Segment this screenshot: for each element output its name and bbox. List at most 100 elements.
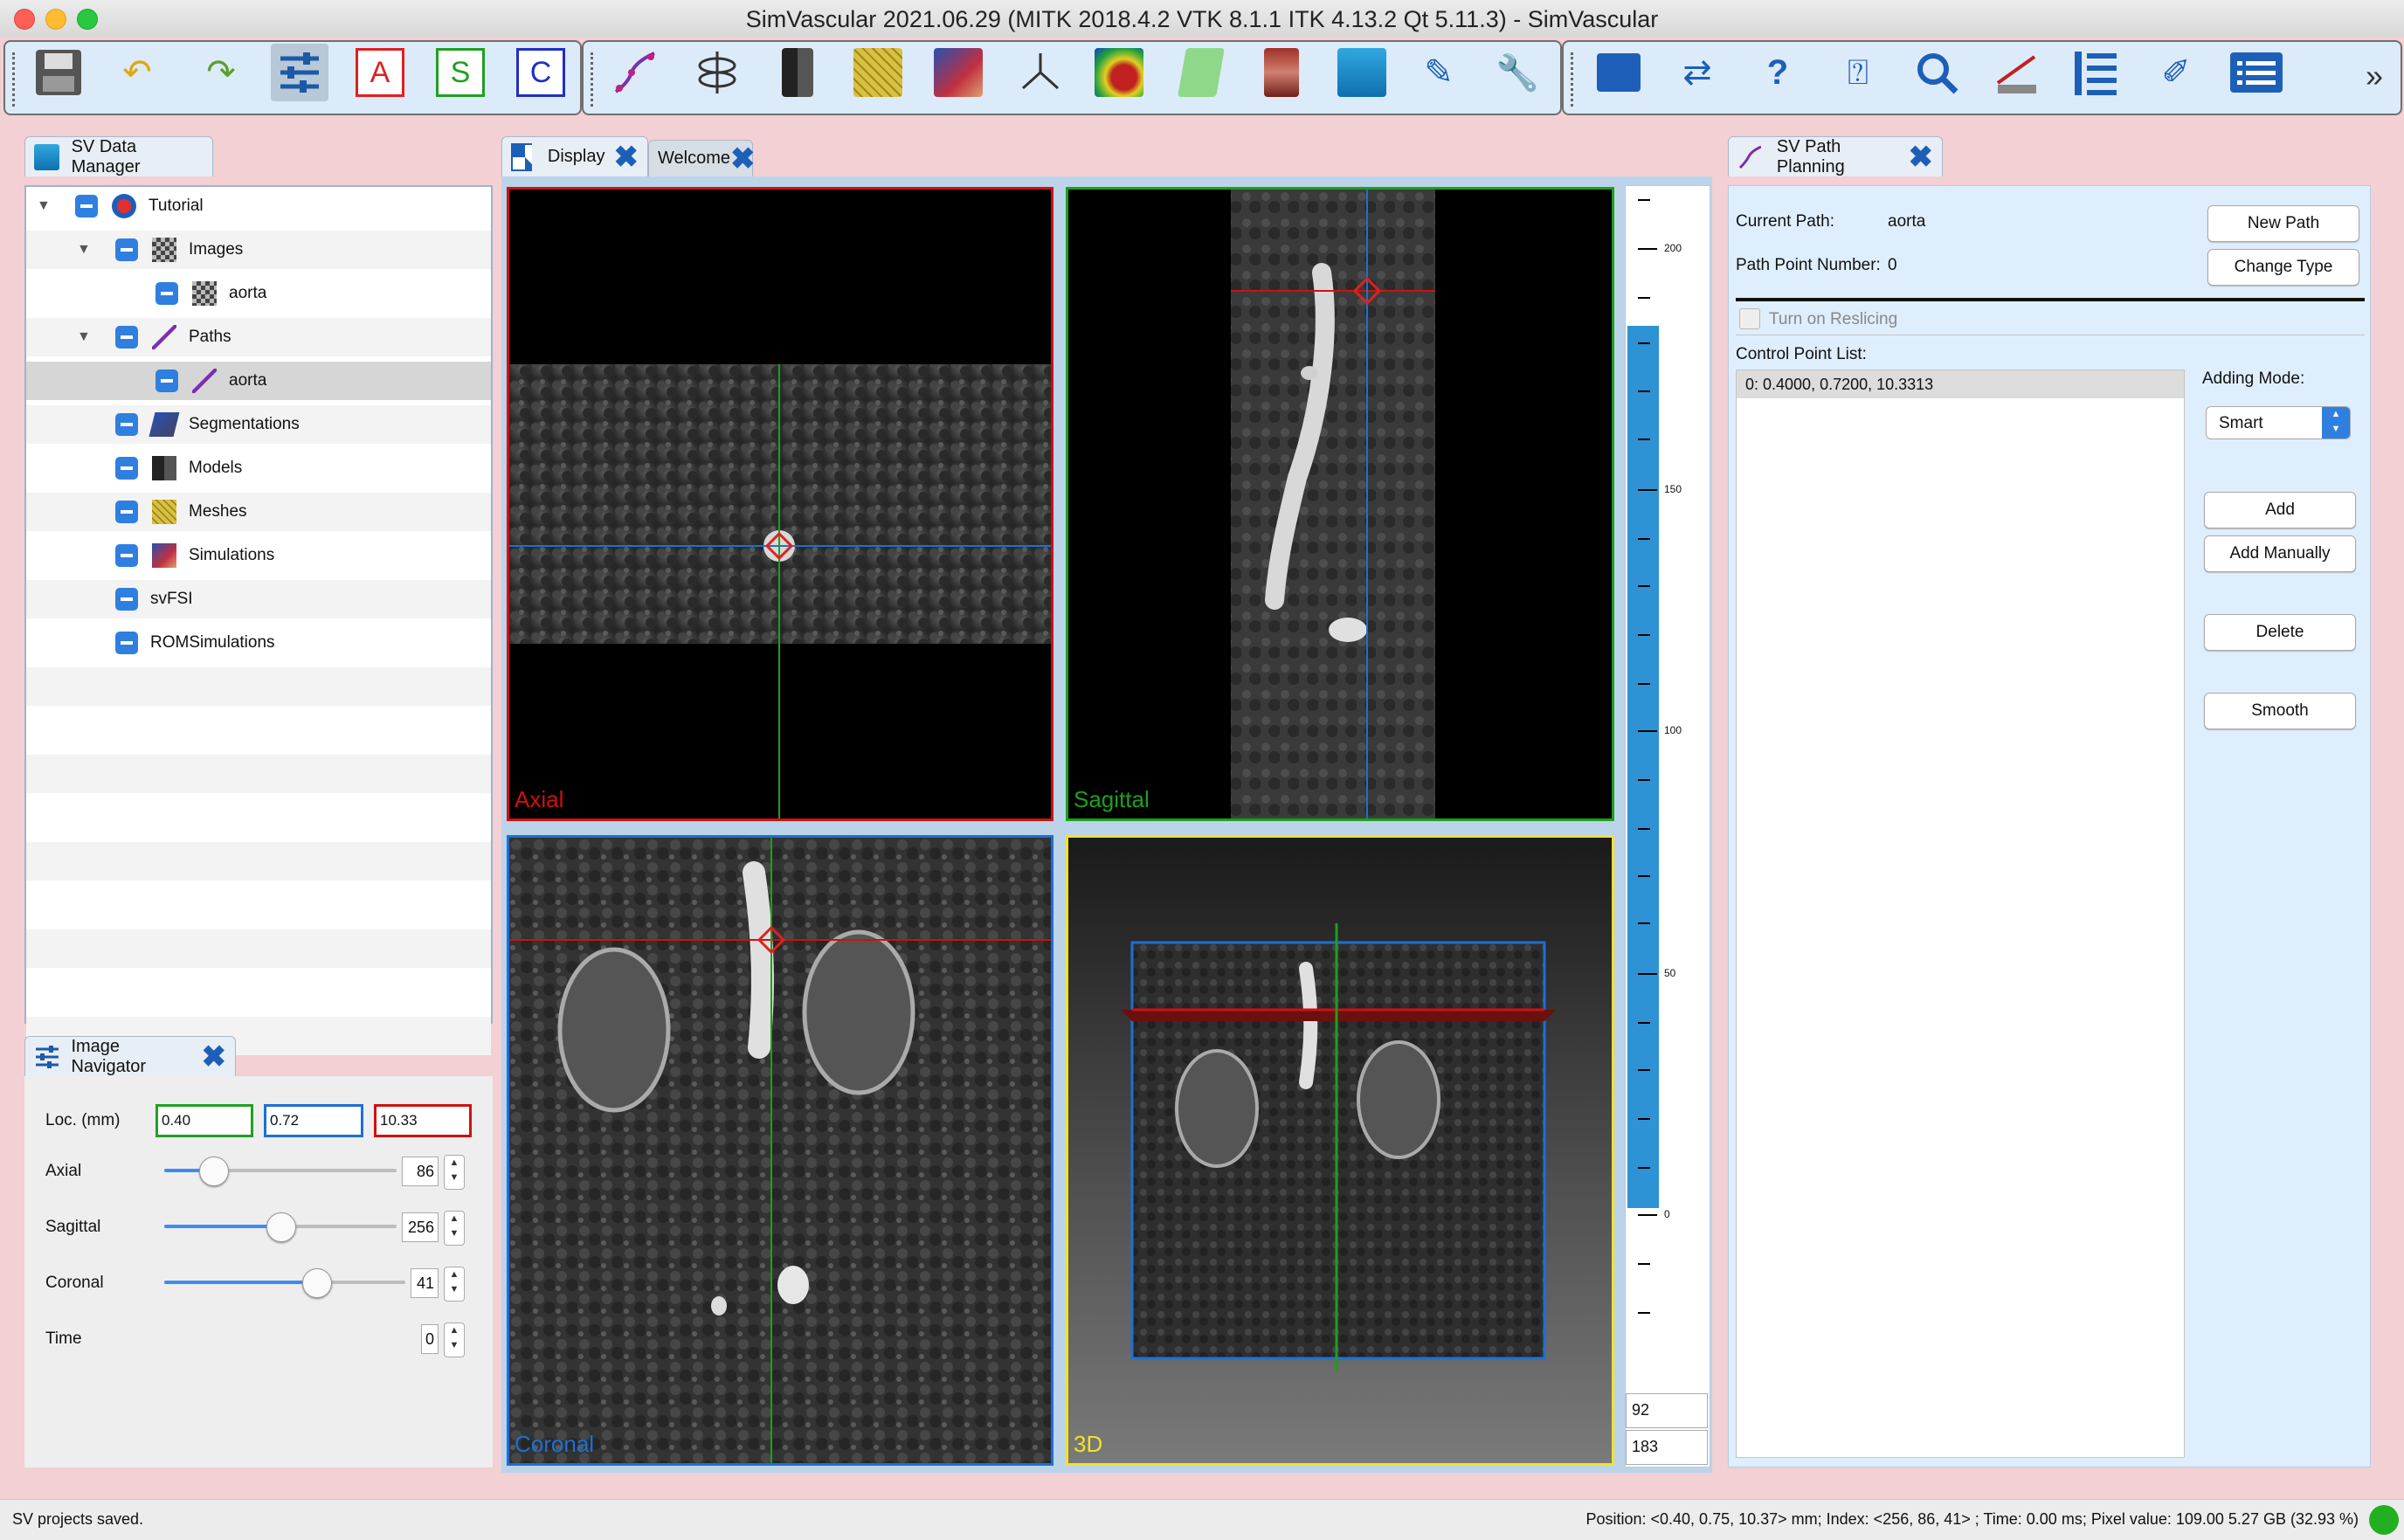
tree-item[interactable]: Segmentations	[26, 405, 491, 444]
redo-button[interactable]: ↷	[192, 44, 250, 101]
window-field[interactable]: 183	[1626, 1430, 1708, 1465]
undo-button[interactable]: ↶	[108, 44, 166, 101]
tab-sv-data-manager[interactable]: SV Data Manager	[24, 136, 213, 176]
expand-arrow-icon[interactable]: ▼	[77, 329, 91, 345]
data-manager-tree[interactable]: ▼ Tutorial ▼ Images aorta ▼ Paths aorta Segmenta…	[24, 185, 493, 1143]
tab-sv-path-planning[interactable]: SV Path Planning ✖	[1728, 136, 1943, 176]
loc-y-field[interactable]: 0.72	[264, 1104, 363, 1137]
path-planning-button[interactable]	[606, 44, 664, 101]
close-icon[interactable]: ✖	[202, 1042, 227, 1072]
toolbar-grip[interactable]	[1571, 52, 1576, 107]
mesh-button[interactable]	[849, 44, 907, 101]
sagittal-slider-knob[interactable]	[266, 1212, 296, 1242]
surface-button[interactable]	[1172, 44, 1230, 101]
change-type-button[interactable]: Change Type	[2207, 249, 2359, 286]
settings-button[interactable]: ✐	[2147, 44, 2205, 101]
loc-z-field[interactable]: 10.33	[374, 1104, 472, 1137]
transfer-button[interactable]: ⇄	[1668, 44, 1726, 101]
search-button[interactable]	[1908, 44, 1965, 101]
tree-item[interactable]: Meshes	[26, 493, 491, 531]
axial-spinbox[interactable]: 86	[402, 1157, 439, 1186]
close-icon[interactable]: ✖	[1909, 142, 1934, 172]
visibility-toggle[interactable]	[115, 632, 138, 654]
tree-item[interactable]: aorta	[26, 362, 491, 400]
visibility-toggle[interactable]	[115, 544, 138, 567]
tree-item[interactable]: ▼ Tutorial	[26, 187, 491, 225]
axial-stepper[interactable]: ▲ ▼	[444, 1155, 465, 1190]
centerline-button[interactable]	[1012, 44, 1069, 101]
new-path-button[interactable]: New Path	[2207, 205, 2359, 242]
tree-item[interactable]: Simulations	[26, 536, 491, 575]
close-icon[interactable]: ✖	[614, 142, 639, 172]
simulation-button[interactable]	[929, 44, 987, 101]
time-stepper[interactable]: ▲ ▼	[444, 1322, 465, 1357]
control-point-list[interactable]: 0: 0.4000, 0.7200, 10.3313	[1736, 369, 2185, 1458]
tree-item[interactable]: Models	[26, 449, 491, 487]
tab-image-navigator[interactable]: Image Navigator ✖	[24, 1036, 236, 1076]
coronal-view-button[interactable]: C	[512, 44, 570, 101]
list-button[interactable]	[2228, 44, 2285, 101]
tree-item[interactable]: ROMSimulations	[26, 624, 491, 662]
tree-item[interactable]: svFSI	[26, 580, 491, 618]
image-navigator-button[interactable]	[271, 44, 328, 101]
toolbar-grip[interactable]	[591, 52, 596, 107]
tools-button[interactable]: 🔧	[1489, 44, 1546, 101]
help-button[interactable]: ?	[1749, 44, 1806, 101]
axial-slider-knob[interactable]	[198, 1157, 229, 1186]
segmentation-button[interactable]	[688, 44, 746, 101]
close-icon[interactable]: ✖	[730, 144, 756, 174]
help-dialog-button[interactable]: ⍰	[1829, 44, 1887, 101]
control-point-row[interactable]: 0: 0.4000, 0.7200, 10.3313	[1737, 370, 2184, 398]
axial-view-button[interactable]: A	[351, 44, 409, 101]
axial-view[interactable]: Axial	[507, 187, 1053, 821]
database-button[interactable]	[1333, 44, 1391, 101]
sagittal-view-button[interactable]: S	[432, 44, 489, 101]
smooth-button[interactable]: Smooth	[2204, 693, 2356, 729]
visibility-toggle[interactable]	[115, 238, 138, 261]
time-spinbox[interactable]: 0	[421, 1324, 439, 1354]
visibility-toggle[interactable]	[115, 501, 138, 523]
sagittal-slider[interactable]	[164, 1212, 397, 1242]
coronal-spinbox[interactable]: 41	[411, 1268, 439, 1298]
tree-item[interactable]: aorta	[26, 274, 491, 313]
save-button[interactable]	[30, 44, 87, 101]
add-button[interactable]: Add	[2204, 492, 2356, 528]
add-manually-button[interactable]: Add Manually	[2204, 535, 2356, 572]
anatomy-button[interactable]	[1253, 44, 1310, 101]
measure-button[interactable]	[1988, 44, 2046, 101]
coronal-view[interactable]: Coronal	[507, 835, 1053, 1466]
visibility-toggle[interactable]	[115, 326, 138, 349]
edit-button[interactable]: ✎	[1410, 44, 1468, 101]
level-field[interactable]: 92	[1626, 1393, 1708, 1428]
model-button[interactable]	[769, 44, 826, 101]
delete-button[interactable]: Delete	[2204, 614, 2356, 651]
tree-item[interactable]: ▼ Images	[26, 231, 491, 269]
visibility-toggle[interactable]	[115, 588, 138, 611]
log-button[interactable]	[2067, 44, 2124, 101]
sagittal-spinbox[interactable]: 256	[402, 1212, 439, 1242]
adding-mode-select[interactable]: Smart ▲ ▼	[2206, 406, 2351, 439]
3d-view[interactable]: 3D	[1066, 835, 1614, 1466]
axial-slider[interactable]	[164, 1157, 397, 1186]
coronal-stepper[interactable]: ▲ ▼	[444, 1267, 465, 1302]
level-window-widget[interactable]: 200 150 100 50 0 92 183	[1625, 185, 1710, 1467]
tab-welcome[interactable]: Welcome ✖	[648, 140, 756, 176]
expand-arrow-icon[interactable]: ▼	[37, 198, 51, 214]
tree-item[interactable]: ▼ Paths	[26, 318, 491, 356]
sagittal-view[interactable]: Sagittal	[1066, 187, 1614, 821]
expand-arrow-icon[interactable]: ▼	[77, 242, 91, 258]
archive-button[interactable]	[1590, 44, 1648, 101]
visibility-toggle[interactable]	[115, 413, 138, 436]
toolbar-overflow-button[interactable]: »	[2366, 58, 2383, 94]
visibility-toggle[interactable]	[115, 457, 138, 480]
loc-x-field[interactable]: 0.40	[155, 1104, 253, 1137]
sagittal-stepper[interactable]: ▲ ▼	[444, 1211, 465, 1246]
toolbar-grip[interactable]	[12, 52, 17, 107]
coronal-slider-knob[interactable]	[301, 1268, 332, 1298]
visibility-toggle[interactable]	[155, 282, 178, 305]
image-button[interactable]	[1090, 44, 1148, 101]
visibility-toggle[interactable]	[75, 195, 98, 218]
tab-display[interactable]: Display ✖	[501, 136, 648, 176]
reslicing-checkbox[interactable]	[1739, 308, 1760, 329]
coronal-slider[interactable]	[164, 1268, 405, 1298]
